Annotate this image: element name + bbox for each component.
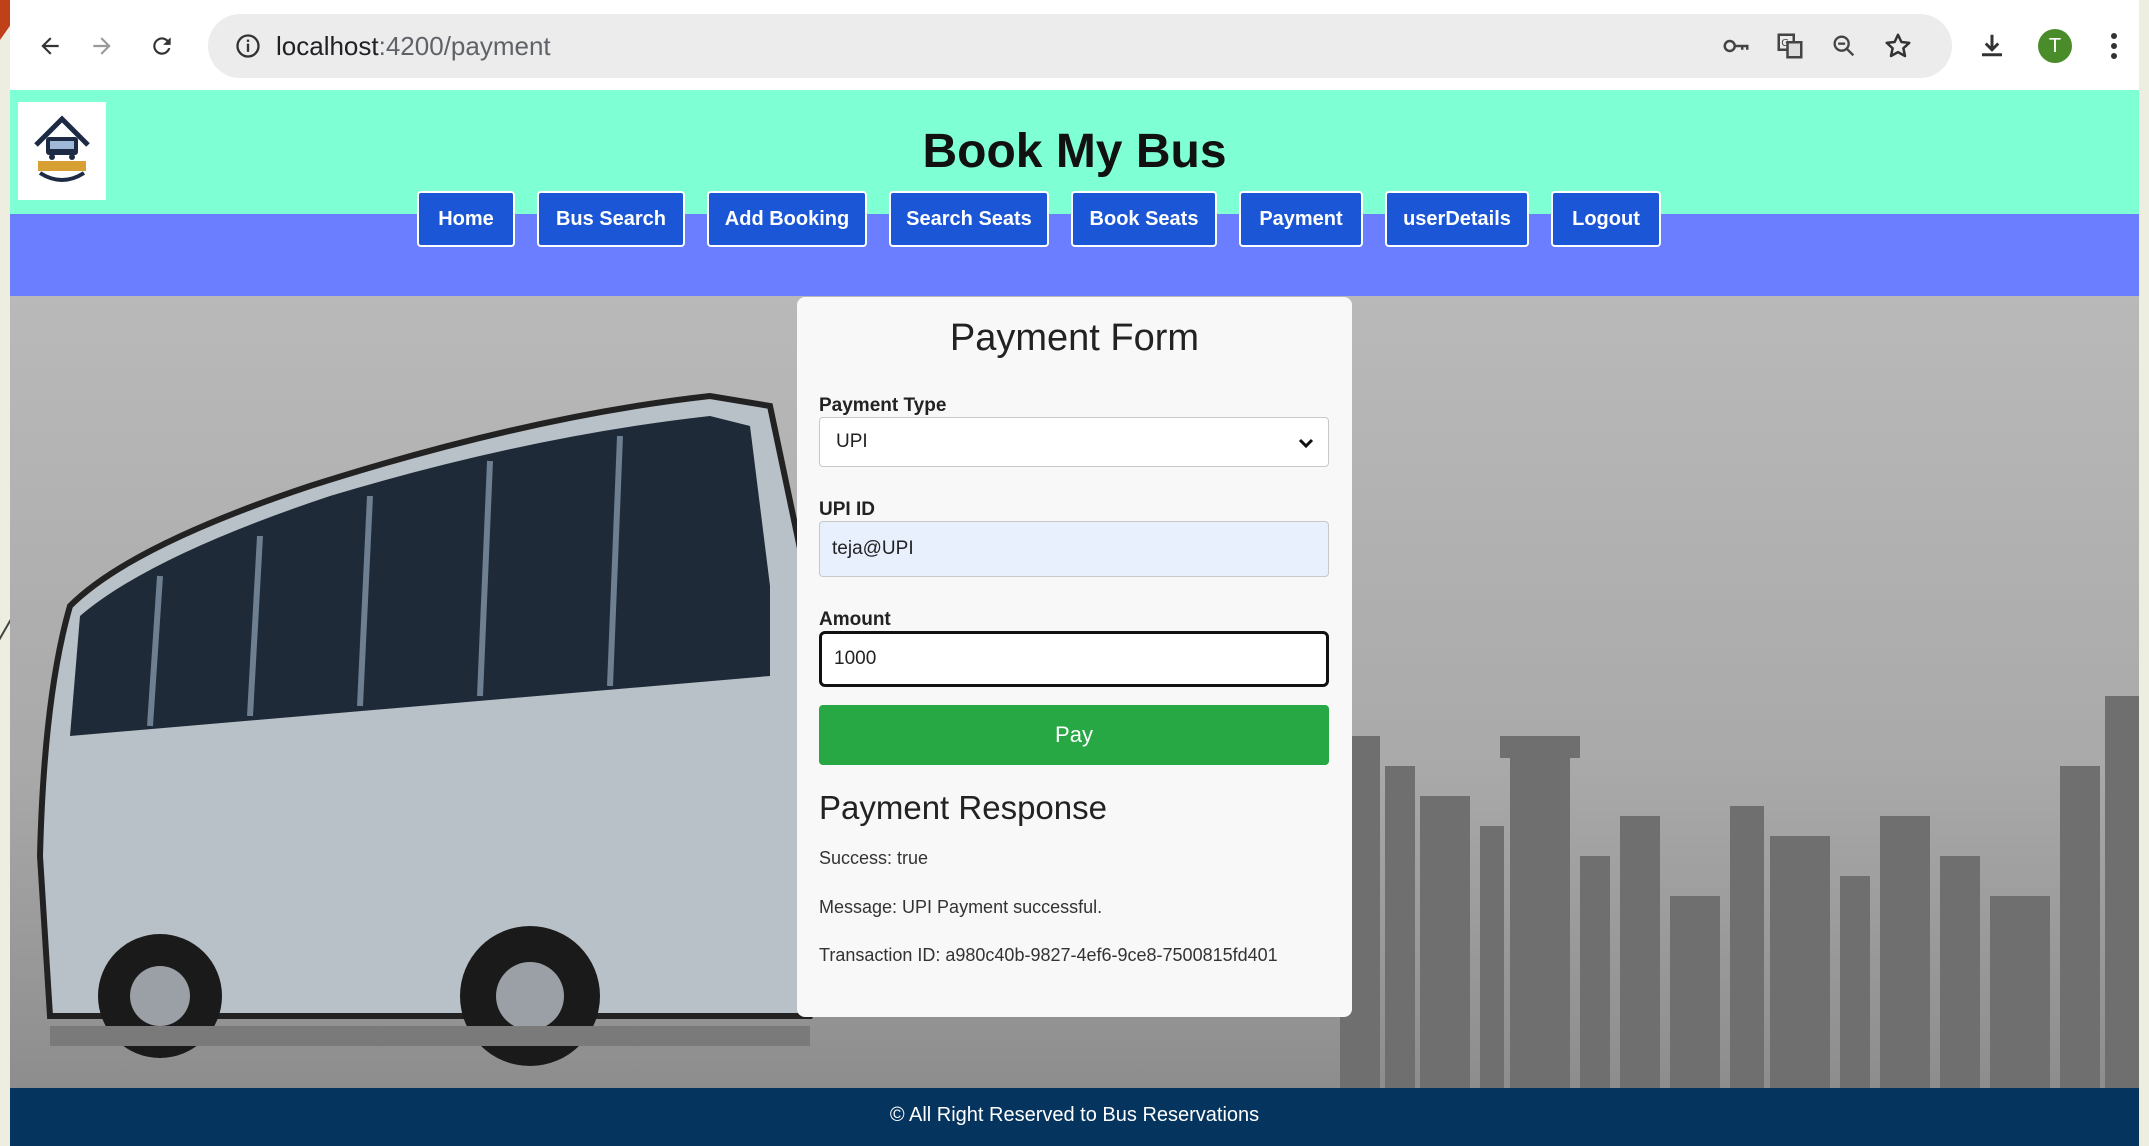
reload-icon[interactable] [142,26,182,66]
more-menu-icon[interactable] [2094,26,2134,66]
web-page: Book My Bus Home Bus Search Add Booking … [10,90,2139,1146]
site-footer: © All Right Reserved to Bus Reservations [10,1088,2139,1146]
nav-payment-button[interactable]: Payment [1239,191,1363,247]
download-icon[interactable] [1972,26,2012,66]
url-host: localhost [276,31,379,61]
upi-id-label: UPI ID [819,499,875,520]
profile-avatar[interactable]: T [2038,29,2072,63]
payment-type-select[interactable]: UPI [819,417,1329,467]
chevron-down-icon [1298,438,1314,449]
nav-logout-button[interactable]: Logout [1551,191,1661,247]
browser-toolbar: localhost:4200/payment G T [10,0,2139,90]
payment-response-title: Payment Response [819,789,1107,826]
forward-arrow-icon[interactable] [82,26,122,66]
key-icon[interactable] [1716,26,1756,66]
payment-type-label: Payment Type [819,395,947,416]
amount-input[interactable]: 1000 [819,631,1329,687]
pay-button[interactable]: Pay [819,705,1329,765]
translate-icon[interactable]: G [1770,26,1810,66]
svg-text:G: G [1781,38,1789,49]
payment-type-value: UPI [836,431,868,452]
upi-id-input[interactable]: teja@UPI [819,521,1329,577]
nav-userdetails-button[interactable]: userDetails [1385,191,1529,247]
nav-home-button[interactable]: Home [417,191,515,247]
nav-add-booking-button[interactable]: Add Booking [707,191,867,247]
info-icon[interactable] [228,26,268,66]
response-message: Message: UPI Payment successful. [819,897,1103,917]
response-transaction-id: Transaction ID: a980c40b-9827-4ef6-9ce8-… [819,945,1278,965]
response-success: Success: true [819,848,929,868]
zoom-icon[interactable] [1824,26,1864,66]
nav-search-seats-button[interactable]: Search Seats [889,191,1049,247]
url-text[interactable]: localhost:4200/payment [276,14,551,78]
star-icon[interactable] [1878,26,1918,66]
nav-bus-search-button[interactable]: Bus Search [537,191,685,247]
url-path: :4200/payment [378,31,551,61]
payment-card: Payment Form Payment Type UPI UPI ID tej… [797,297,1352,1017]
payment-form-title: Payment Form [949,317,1200,359]
amount-label: Amount [819,609,891,630]
address-bar[interactable]: localhost:4200/payment G [208,14,1952,78]
nav-book-seats-button[interactable]: Book Seats [1071,191,1217,247]
back-arrow-icon[interactable] [30,26,70,66]
